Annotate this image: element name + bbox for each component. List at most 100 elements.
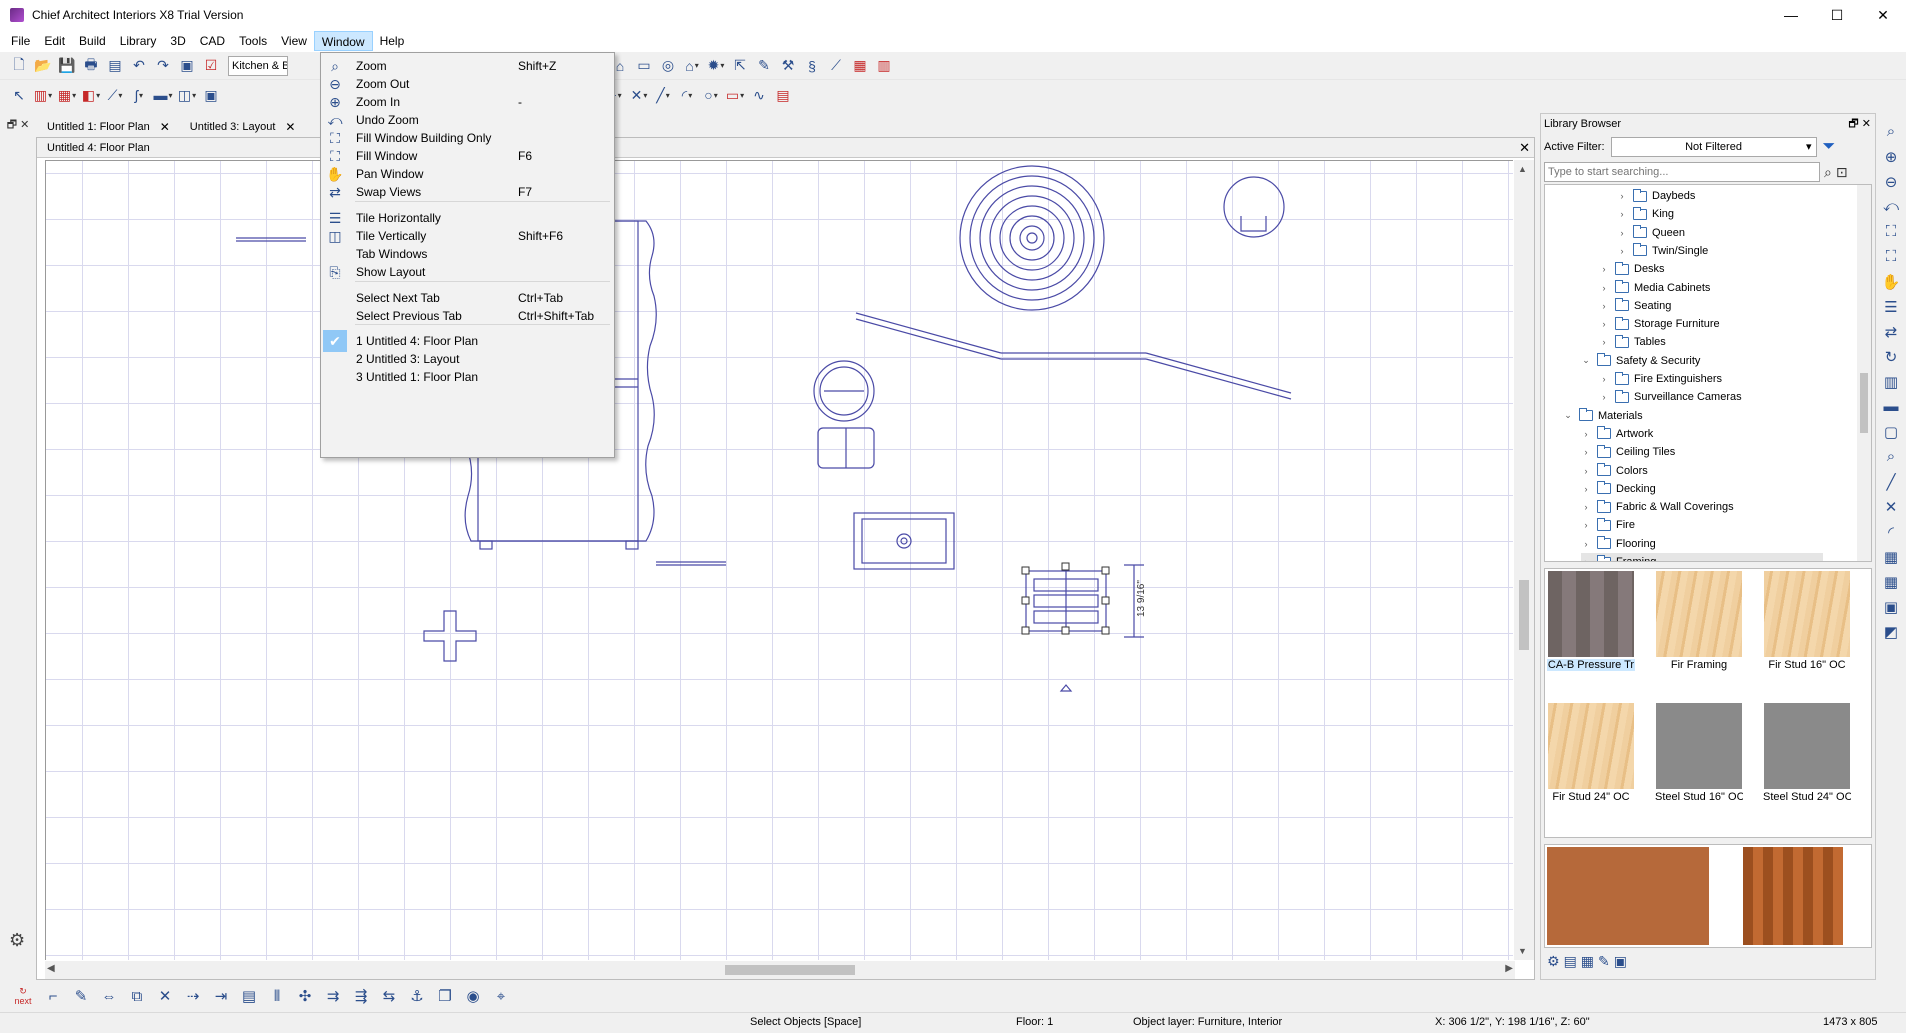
redo-icon[interactable]: ↷ xyxy=(152,55,174,77)
tree-item[interactable]: › Flooring xyxy=(1581,535,1823,553)
open-object-icon[interactable]: ⌐ xyxy=(42,988,64,1005)
swap-views-icon[interactable]: ⇄ xyxy=(1885,323,1898,344)
close-button[interactable]: ✕ xyxy=(1860,0,1906,30)
anchor-icon[interactable]: ⚓ xyxy=(406,987,428,1005)
gear-icon[interactable]: ⚙ xyxy=(9,930,25,951)
tree-scroll-thumb[interactable] xyxy=(1860,373,1868,433)
stairs-tool-icon[interactable]: ⟋ xyxy=(104,84,126,106)
advanced-search-icon[interactable]: ⊡ xyxy=(1836,164,1848,181)
copy-icon[interactable]: ⧉ xyxy=(126,988,148,1005)
magnify-icon[interactable]: ⌕ xyxy=(1887,448,1895,469)
eyedropper-icon[interactable]: ✎ xyxy=(753,55,775,77)
tree-item[interactable]: › Queen xyxy=(1617,224,1823,242)
cad-points-icon[interactable]: ✕ xyxy=(628,84,650,106)
tree-item[interactable]: › Ceiling Tiles xyxy=(1581,443,1823,461)
arc-tool-icon[interactable]: ◜ xyxy=(676,84,698,106)
drawing-window-close-icon[interactable]: ✕ xyxy=(1519,138,1530,158)
render-icon[interactable]: ◎ xyxy=(657,55,679,77)
tree-item[interactable]: › Colors xyxy=(1581,462,1823,480)
search-icon[interactable]: ⌕ xyxy=(1824,164,1832,181)
menu-help[interactable]: Help xyxy=(373,31,412,51)
zoom-icon[interactable]: ⌕ xyxy=(1887,123,1895,144)
menu-edit[interactable]: Edit xyxy=(37,31,72,51)
fill-window-icon[interactable]: ⛶ xyxy=(1886,223,1897,244)
tree-item[interactable]: › Media Cabinets xyxy=(1599,279,1823,297)
chevron-right-icon[interactable]: › xyxy=(1599,283,1609,293)
tree-item[interactable]: › Storage Furniture xyxy=(1599,315,1823,333)
tree-item[interactable]: ⌄ Materials xyxy=(1563,407,1823,425)
window-menu-item-swap-views[interactable]: ⇄ Swap Views F7 xyxy=(321,181,614,203)
plan-icon[interactable]: ▥ xyxy=(1884,373,1898,394)
export-icon[interactable]: ⇱ xyxy=(729,55,751,77)
chevron-down-icon[interactable]: ⌄ xyxy=(1581,355,1591,366)
chevron-right-icon[interactable]: › xyxy=(1581,429,1591,439)
undo-icon[interactable]: ↶ xyxy=(128,55,150,77)
library-tool-icon[interactable]: ▣ xyxy=(1614,953,1627,970)
library-thumbnail[interactable]: Fir Framing xyxy=(1655,571,1743,671)
plan-view-icon[interactable]: ▦ xyxy=(849,55,871,77)
cad-line-icon[interactable]: ╱ xyxy=(1886,473,1895,494)
select-arrow-icon[interactable]: ↖ xyxy=(8,84,30,106)
tree-item[interactable]: › King xyxy=(1617,205,1823,223)
center-icon[interactable]: ⌖ xyxy=(490,988,512,1005)
tree-item[interactable]: › Tables xyxy=(1599,333,1823,351)
chevron-right-icon[interactable]: › xyxy=(1617,246,1627,256)
angle-snap-icon[interactable]: ◩ xyxy=(1884,623,1898,644)
material-painter-icon[interactable]: ⚒ xyxy=(777,55,799,77)
horizontal-scrollbar[interactable]: ◀ ▶ xyxy=(45,961,1515,979)
structure-tool-icon[interactable]: ▣ xyxy=(200,84,222,106)
next-object-button[interactable]: ↻ next xyxy=(10,986,36,1006)
grid-icon[interactable]: ▦ xyxy=(1884,548,1898,569)
tree-item[interactable]: › Fire xyxy=(1581,516,1823,534)
arc-icon[interactable]: ◜ xyxy=(1888,523,1894,544)
library-search-input[interactable] xyxy=(1544,162,1820,182)
menu-build[interactable]: Build xyxy=(72,31,113,51)
cabinet-tool-icon[interactable]: ◧ xyxy=(80,84,102,106)
wall-tool-icon[interactable]: ▥ xyxy=(32,84,54,106)
delete-icon[interactable]: ✕ xyxy=(154,987,176,1005)
tree-item[interactable]: › Fabric & Wall Coverings xyxy=(1581,498,1823,516)
pan-icon[interactable]: ✋ xyxy=(1882,273,1901,294)
window-menu-item-3-untitled-1-floor-plan[interactable]: 3 Untitled 1: Floor Plan xyxy=(321,366,614,388)
room-type-combo[interactable]: Kitchen & B xyxy=(228,55,288,76)
chevron-right-icon[interactable]: › xyxy=(1599,374,1609,384)
transform-icon[interactable]: ⇔ xyxy=(98,988,120,1005)
menu-library[interactable]: Library xyxy=(113,31,164,51)
minimize-button[interactable]: — xyxy=(1768,0,1814,30)
tab-untitled-3[interactable]: Untitled 3: Layout ✕ xyxy=(179,115,305,137)
print-icon[interactable]: 🖶 xyxy=(80,55,102,77)
tree-item[interactable]: › Artwork xyxy=(1581,425,1823,443)
tree-scrollbar[interactable] xyxy=(1857,185,1871,561)
menu-3d[interactable]: 3D xyxy=(163,31,192,51)
vertical-scroll-thumb[interactable] xyxy=(1519,580,1529,650)
chevron-right-icon[interactable]: › xyxy=(1599,264,1609,274)
chevron-right-icon[interactable]: › xyxy=(1581,502,1591,512)
tab-close-icon[interactable]: ✕ xyxy=(285,120,295,134)
menu-view[interactable]: View xyxy=(274,31,314,51)
group-icon[interactable]: ⇶ xyxy=(350,987,372,1005)
distribute-icon[interactable]: ⇉ xyxy=(322,987,344,1005)
layer-copy-icon[interactable]: ❐ xyxy=(434,987,456,1005)
new-file-icon[interactable]: 🗋 xyxy=(8,55,30,77)
swirl-icon[interactable]: § xyxy=(801,55,823,77)
chevron-down-icon[interactable]: ⌄ xyxy=(1563,410,1573,421)
room-tool-icon[interactable]: ▦ xyxy=(56,84,78,106)
chevron-right-icon[interactable]: › xyxy=(1599,301,1609,311)
tree-item[interactable]: › Decking xyxy=(1581,480,1823,498)
library-tool-icon[interactable]: ✎ xyxy=(1598,953,1610,970)
chevron-right-icon[interactable]: › xyxy=(1581,557,1591,561)
tree-item[interactable]: ⌄ Safety & Security xyxy=(1581,352,1823,370)
library-tree[interactable]: › Daybeds › King › Queen › Twin/Single › Desks › Me… xyxy=(1544,184,1872,562)
window-icon[interactable]: ▢ xyxy=(1884,423,1898,444)
menu-file[interactable]: File xyxy=(4,31,37,51)
grid-snap-icon[interactable]: ▦ xyxy=(1884,573,1898,594)
menu-window[interactable]: Window xyxy=(313,31,373,51)
floor-icon[interactable]: ▭ xyxy=(633,55,655,77)
reflect-icon[interactable]: ⇥ xyxy=(210,987,232,1005)
tree-item[interactable]: › Desks xyxy=(1599,260,1823,278)
library-thumbnail[interactable]: CA-B Pressure Tr xyxy=(1547,571,1635,671)
library-tool-icon[interactable]: ▤ xyxy=(1564,953,1577,970)
menu-cad[interactable]: CAD xyxy=(193,31,232,51)
open-folder-icon[interactable]: 📂 xyxy=(32,55,54,77)
zoom-in-icon[interactable]: ⊕ xyxy=(1885,148,1898,169)
